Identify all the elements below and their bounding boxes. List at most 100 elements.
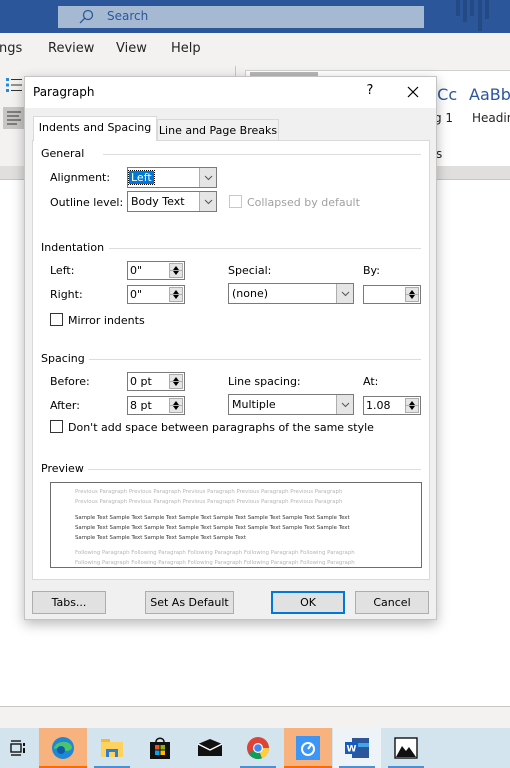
ribbon-tabs: ngs Review View Help [0, 33, 510, 66]
title-decoration [455, 0, 510, 33]
task-view-icon [10, 740, 25, 756]
taskbar-store[interactable] [136, 728, 184, 768]
chevron-down-icon [199, 168, 216, 187]
style-preview-heading2[interactable]: AaBbC [469, 85, 510, 104]
line-spacing-value: Multiple [232, 398, 276, 411]
spin-down-icon [409, 406, 415, 410]
bullets-icon[interactable] [5, 77, 23, 93]
after-spinner[interactable]: 8 pt [127, 396, 185, 415]
dialog-title-bar[interactable]: Paragraph ? [25, 77, 436, 108]
at-label: At: [363, 375, 379, 388]
spinner-buttons[interactable] [169, 398, 183, 413]
spinner-buttons[interactable] [405, 287, 419, 302]
ribbon-tab-view[interactable]: View [116, 41, 147, 56]
special-value: (none) [232, 287, 269, 300]
outline-level-value: Body Text [131, 195, 185, 208]
spinner-buttons[interactable] [169, 374, 183, 389]
taskbar-chrome[interactable] [234, 728, 282, 768]
before-value: 0 pt [130, 375, 152, 388]
tabs-button[interactable]: Tabs... [32, 591, 106, 614]
taskbar-task-view[interactable] [0, 728, 36, 768]
close-icon[interactable] [403, 82, 423, 102]
help-button[interactable]: ? [363, 83, 377, 101]
preview-sample-line: Sample Text Sample Text Sample Text Samp… [75, 515, 350, 521]
by-spinner[interactable] [363, 285, 421, 304]
chevron-down-icon [336, 395, 353, 414]
preview-following-line: Following Paragraph Following Paragraph … [75, 550, 355, 556]
app-icon [296, 736, 320, 760]
tab-indents-and-spacing[interactable]: Indents and Spacing [33, 116, 157, 141]
ok-button[interactable]: OK [271, 591, 345, 614]
search-box[interactable]: Search [58, 6, 424, 28]
ribbon-tab-help[interactable]: Help [171, 41, 201, 56]
at-spinner[interactable]: 1.08 [363, 396, 421, 415]
paragraph-dialog: Paragraph ? Indents and Spacing Line and… [24, 76, 437, 620]
ribbon-tab-mailings[interactable]: ngs [0, 41, 22, 56]
by-label: By: [363, 264, 380, 277]
taskbar-word[interactable]: W [333, 728, 381, 768]
dont-add-space-checkbox[interactable] [50, 420, 63, 433]
taskbar-file-explorer[interactable] [88, 728, 136, 768]
preview-heading: Preview [41, 462, 88, 475]
preview-following-line: Following Paragraph Following Paragraph … [75, 560, 355, 566]
dont-add-space-label: Don't add space between paragraphs of th… [68, 421, 374, 434]
align-left-icon [7, 111, 21, 125]
photos-icon [394, 737, 418, 759]
preview-previous-line: Previous Paragraph Previous Paragraph Pr… [75, 489, 343, 495]
search-icon [79, 9, 94, 24]
mail-icon [197, 739, 223, 756]
folder-icon [101, 739, 123, 757]
line-spacing-label: Line spacing: [228, 375, 301, 388]
line-spacing-select[interactable]: Multiple [228, 394, 354, 415]
chevron-down-icon [336, 284, 353, 303]
edge-icon [52, 737, 74, 759]
spin-down-icon [173, 295, 179, 299]
chevron-down-icon [199, 192, 216, 211]
taskbar-photos[interactable] [382, 728, 430, 768]
mirror-indents-checkbox[interactable] [50, 313, 63, 326]
spacing-heading: Spacing [41, 352, 89, 365]
spin-down-icon [173, 406, 179, 410]
align-left-button[interactable] [3, 107, 25, 129]
spinner-buttons[interactable] [405, 398, 419, 413]
outline-level-select[interactable]: Body Text [127, 191, 217, 212]
spinner-buttons[interactable] [169, 263, 183, 278]
store-icon [150, 737, 170, 759]
preview-previous-line: Previous Paragraph Previous Paragraph Pr… [75, 499, 343, 505]
tab-label: Indents and Spacing [38, 121, 152, 134]
title-bar: Search [0, 0, 510, 33]
divider [103, 154, 421, 155]
set-as-default-button[interactable]: Set As Default [145, 591, 234, 614]
alignment-label: Alignment: [50, 171, 111, 184]
ribbon-separator [235, 66, 236, 76]
collapsed-by-default-checkbox[interactable] [229, 195, 242, 208]
indentation-heading: Indentation [41, 241, 109, 254]
collapsed-by-default-label: Collapsed by default [247, 196, 360, 209]
spin-down-icon [409, 295, 415, 299]
cancel-button[interactable]: Cancel [355, 591, 429, 614]
spinner-buttons[interactable] [169, 287, 183, 302]
after-label: After: [50, 399, 80, 412]
indent-left-spinner[interactable]: 0" [127, 261, 185, 280]
taskbar-mail[interactable] [186, 728, 234, 768]
taskbar-edge[interactable] [39, 728, 87, 768]
alignment-value: Left [128, 170, 155, 185]
status-bar [0, 706, 510, 728]
indent-right-value: 0" [130, 288, 143, 301]
preview-sample-line: Sample Text Sample Text Sample Text Samp… [75, 525, 350, 531]
special-select[interactable]: (none) [228, 283, 354, 304]
spin-down-icon [173, 382, 179, 386]
after-value: 8 pt [130, 399, 152, 412]
taskbar-app[interactable] [284, 728, 332, 768]
ribbon-tab-review[interactable]: Review [48, 41, 94, 56]
outline-level-label: Outline level: [50, 196, 124, 209]
divider [109, 248, 421, 249]
at-value: 1.08 [366, 399, 391, 412]
alignment-select[interactable]: Left [127, 167, 217, 188]
indents-spacing-panel: General Alignment: Left Outline level: B… [32, 140, 430, 580]
tab-line-and-page-breaks[interactable]: Line and Page Breaks [157, 119, 279, 141]
before-spinner[interactable]: 0 pt [127, 372, 185, 391]
word-icon: W [345, 738, 369, 758]
style-label-heading2: Headin [472, 111, 510, 125]
indent-right-spinner[interactable]: 0" [127, 285, 185, 304]
